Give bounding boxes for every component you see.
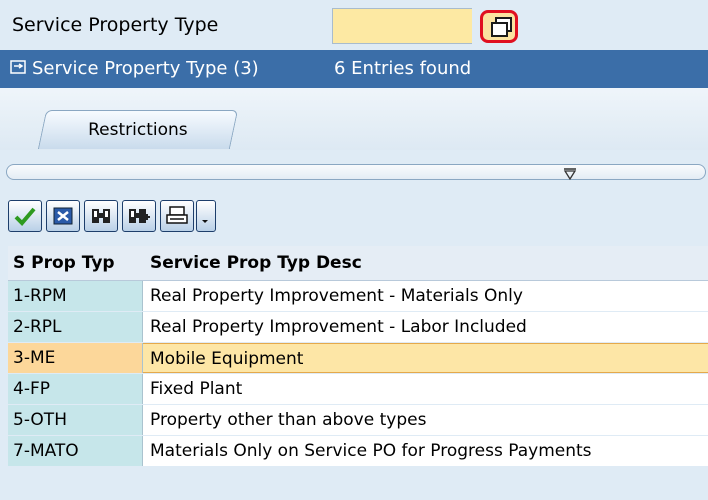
tab-label: Restrictions — [88, 120, 188, 140]
print-button[interactable] — [160, 200, 194, 232]
tab-restrictions[interactable]: Restrictions — [37, 110, 239, 149]
column-header-desc[interactable]: Service Prop Typ Desc — [150, 253, 362, 273]
value-help-button[interactable] — [480, 10, 518, 43]
table-row-selected[interactable]: 3-ME Mobile Equipment — [8, 343, 708, 374]
cancel-icon — [53, 207, 73, 225]
table-row[interactable]: 5-OTH Property other than above types — [8, 405, 708, 436]
table-row[interactable]: 2-RPL Real Property Improvement - Labor … — [8, 312, 708, 343]
cancel-button[interactable] — [46, 200, 80, 232]
restrictions-collapse-area — [0, 150, 708, 200]
row-desc: Real Property Improvement - Labor Includ… — [150, 317, 527, 337]
row-key: 4-FP — [13, 379, 50, 399]
find-next-icon — [129, 209, 150, 223]
row-desc: Mobile Equipment — [150, 349, 304, 369]
row-key: 1-RPM — [13, 286, 67, 306]
find-button[interactable] — [84, 200, 118, 232]
continue-button[interactable] — [8, 200, 42, 232]
value-help-icon-back — [491, 22, 508, 37]
row-desc: Real Property Improvement - Materials On… — [150, 286, 523, 306]
dropdown-icon — [202, 220, 208, 223]
field-row: Service Property Type — [0, 0, 708, 50]
row-desc: Property other than above types — [150, 410, 427, 430]
popup-window-icon — [10, 60, 26, 74]
tab-strip: Restrictions — [0, 88, 708, 151]
print-options-dropdown[interactable] — [196, 200, 216, 232]
table-row[interactable]: 4-FP Fixed Plant — [8, 374, 708, 405]
field-label: Service Property Type — [12, 14, 219, 36]
row-key: 2-RPL — [13, 317, 62, 337]
checkmark-icon — [14, 207, 36, 226]
collapse-bar[interactable] — [6, 164, 706, 180]
row-desc: Fixed Plant — [150, 379, 243, 399]
row-desc: Materials Only on Service PO for Progres… — [150, 441, 592, 461]
table-row[interactable]: 7-MATO Materials Only on Service PO for … — [8, 436, 708, 467]
row-key: 3-ME — [13, 348, 56, 368]
popup-title: Service Property Type (3) — [32, 58, 259, 79]
row-key: 5-OTH — [13, 410, 67, 430]
row-key: 7-MATO — [13, 441, 79, 461]
table-row[interactable]: 1-RPM Real Property Improvement - Materi… — [8, 281, 708, 312]
column-header-key[interactable]: S Prop Typ — [13, 253, 115, 273]
popup-title-bar: Service Property Type (3) 6 Entries foun… — [0, 50, 708, 88]
entries-count: 6 Entries found — [334, 58, 472, 79]
find-icon — [92, 209, 110, 223]
print-icon — [166, 206, 188, 224]
expand-arrow-icon[interactable] — [563, 168, 577, 180]
service-property-type-input[interactable] — [332, 8, 472, 44]
find-next-button[interactable] — [122, 200, 156, 232]
table-header: S Prop Typ Service Prop Typ Desc — [8, 246, 708, 281]
